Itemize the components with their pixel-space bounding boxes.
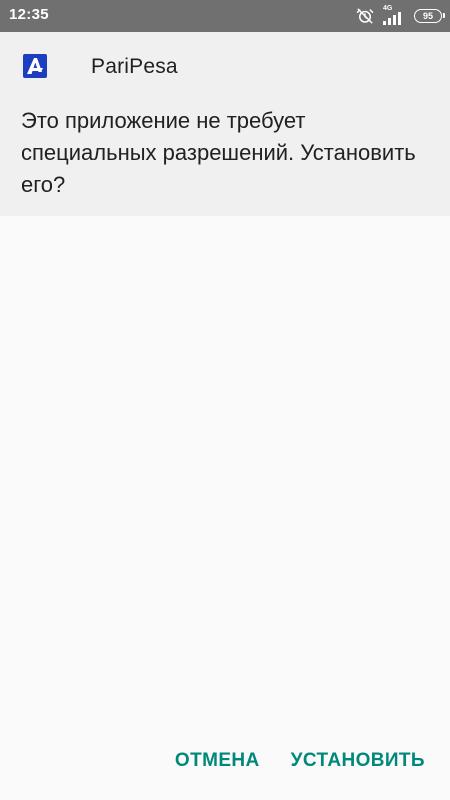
paripesa-logo-icon: [23, 54, 47, 78]
status-icons: 4G 95: [356, 0, 445, 32]
dialog-actions: ОТМЕНА УСТАНОВИТЬ: [175, 740, 450, 782]
alarm-off-icon: [356, 8, 374, 24]
battery-level: 95: [422, 10, 433, 21]
mobile-signal: 4G: [383, 5, 405, 25]
cancel-button[interactable]: ОТМЕНА: [175, 744, 260, 778]
battery-icon: 95: [414, 9, 445, 23]
install-screen: 12:35 4G 95 PariPesa Это приложение не т…: [0, 0, 450, 800]
status-time: 12:35: [9, 6, 49, 23]
status-bar: 12:35 4G 95: [0, 0, 450, 32]
install-button[interactable]: УСТАНОВИТЬ: [291, 744, 425, 778]
install-message: Это приложение не требует специальных ра…: [21, 108, 416, 197]
app-name: PariPesa: [91, 55, 178, 78]
signal-icon: [383, 12, 401, 25]
battery-tip: [443, 13, 445, 18]
install-header: PariPesa Это приложение не требует специ…: [0, 32, 450, 216]
